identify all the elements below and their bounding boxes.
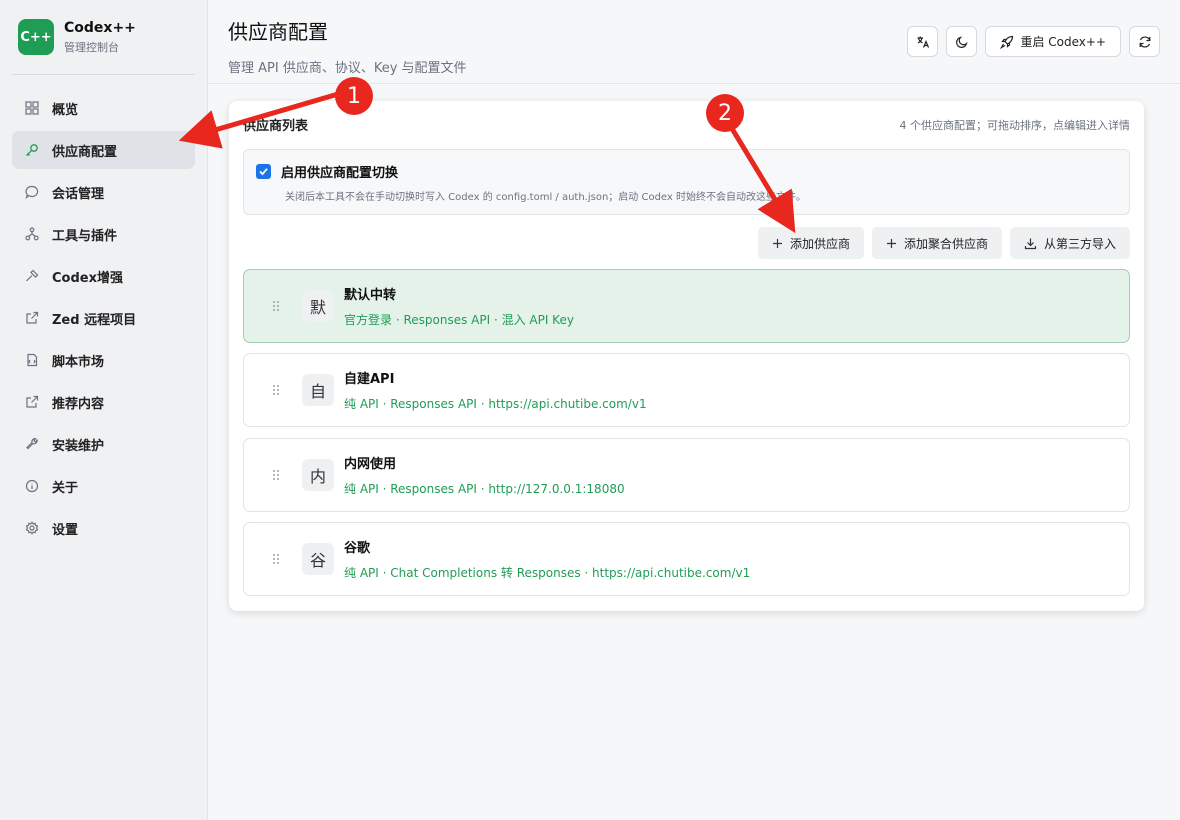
provider-row-default-relay[interactable]: 默 默认中转 官方登录 · Responses API · 混入 API Key xyxy=(243,269,1130,343)
sidebar-item-tools[interactable]: 工具与插件 xyxy=(12,215,195,253)
import-third-party-button[interactable]: 从第三方导入 xyxy=(1009,227,1130,259)
page-subtitle: 管理 API 供应商、协议、Key 与配置文件 xyxy=(228,61,467,76)
brand-logo: C++ xyxy=(18,19,54,55)
drag-handle-icon[interactable] xyxy=(272,553,282,565)
header-actions: 重启 Codex++ xyxy=(907,26,1160,57)
provider-name: 自建API xyxy=(344,372,395,387)
provider-actions: 添加供应商 添加聚合供应商 从第三方导入 xyxy=(757,227,1130,259)
key-icon xyxy=(24,142,40,158)
provider-description: 纯 API · Responses API · http://127.0.0.1… xyxy=(344,482,625,496)
sidebar-item-label: 安装维护 xyxy=(52,438,105,454)
add-provider-label: 添加供应商 xyxy=(789,236,850,251)
script-icon xyxy=(24,352,40,368)
grid-icon xyxy=(24,100,40,116)
import-third-party-label: 从第三方导入 xyxy=(1043,236,1116,251)
provider-switch-description: 关闭后本工具不会在手动切换时写入 Codex 的 config.toml / a… xyxy=(285,192,806,203)
chat-icon xyxy=(24,184,40,200)
restart-codex-button[interactable]: 重启 Codex++ xyxy=(985,26,1121,57)
provider-description: 纯 API · Chat Completions 转 Responses · h… xyxy=(344,566,751,580)
annotation-marker-2: 2 xyxy=(706,94,744,132)
add-provider-button[interactable]: 添加供应商 xyxy=(757,227,864,259)
translate-button[interactable] xyxy=(907,26,939,57)
brand-subtitle: 管理控制台 xyxy=(64,40,119,54)
external-link-icon xyxy=(24,394,40,410)
annotation-marker-1: 1 xyxy=(335,77,373,115)
sidebar-item-label: Codex增强 xyxy=(52,270,123,286)
external-link-icon xyxy=(24,310,40,326)
card-meta: 4 个供应商配置；可拖动排序，点编辑进入详情 xyxy=(899,118,1131,132)
translate-icon xyxy=(916,35,930,49)
provider-description: 纯 API · Responses API · https://api.chut… xyxy=(344,397,647,411)
provider-name: 谷歌 xyxy=(344,541,371,556)
sidebar-item-label: 关于 xyxy=(52,480,79,496)
sidebar-item-sessions[interactable]: 会话管理 xyxy=(12,173,195,211)
sidebar-item-scripts[interactable]: 脚本市场 xyxy=(12,341,195,379)
provider-row-intranet[interactable]: 内 内网使用 纯 API · Responses API · http://12… xyxy=(243,438,1130,512)
provider-list-card: 供应商列表 4 个供应商配置；可拖动排序，点编辑进入详情 启用供应商配置切换 关… xyxy=(229,101,1144,611)
hammer-icon xyxy=(24,268,40,284)
moon-icon xyxy=(955,35,969,49)
brand-title: Codex++ xyxy=(64,19,136,36)
sidebar-item-label: 脚本市场 xyxy=(52,354,105,370)
rocket-icon xyxy=(1000,35,1014,49)
sidebar-item-zed[interactable]: Zed 远程项目 xyxy=(12,299,195,337)
sidebar-item-label: 概览 xyxy=(52,102,79,118)
provider-switch-toggle-box: 启用供应商配置切换 关闭后本工具不会在手动切换时写入 Codex 的 confi… xyxy=(243,149,1130,215)
drag-handle-icon[interactable] xyxy=(272,384,282,396)
page-header: 供应商配置 管理 API 供应商、协议、Key 与配置文件 重启 Codex++ xyxy=(208,0,1180,84)
provider-name: 默认中转 xyxy=(344,288,397,303)
provider-row-google[interactable]: 谷 谷歌 纯 API · Chat Completions 转 Response… xyxy=(243,522,1130,596)
sidebar-item-label: 推荐内容 xyxy=(52,396,105,412)
sidebar-item-label: 供应商配置 xyxy=(52,144,118,160)
add-aggregate-provider-button[interactable]: 添加聚合供应商 xyxy=(871,227,1002,259)
provider-switch-label: 启用供应商配置切换 xyxy=(281,166,399,181)
provider-row-self-hosted-api[interactable]: 自 自建API 纯 API · Responses API · https://… xyxy=(243,353,1130,427)
sidebar-item-label: 设置 xyxy=(52,522,79,538)
sidebar-nav: 概览 供应商配置 会话管理 工具与插件 Codex增强 Zed 远程项目 脚本市… xyxy=(0,75,207,547)
plus-icon xyxy=(772,238,783,249)
refresh-icon xyxy=(1138,35,1152,49)
provider-switch-checkbox[interactable] xyxy=(256,164,271,179)
sidebar-item-settings[interactable]: 设置 xyxy=(12,509,195,547)
provider-avatar: 内 xyxy=(302,459,334,491)
restart-codex-label: 重启 Codex++ xyxy=(1020,35,1106,49)
drag-handle-icon[interactable] xyxy=(272,469,282,481)
refresh-button[interactable] xyxy=(1129,26,1160,57)
sidebar-item-codex-enhance[interactable]: Codex增强 xyxy=(12,257,195,295)
sidebar-item-label: Zed 远程项目 xyxy=(52,312,137,328)
gear-icon xyxy=(24,520,40,536)
sidebar-item-overview[interactable]: 概览 xyxy=(12,89,195,127)
info-icon xyxy=(24,478,40,494)
download-icon xyxy=(1024,237,1037,250)
sidebar: C++ Codex++ 管理控制台 概览 供应商配置 会话管理 工具与插件 Co… xyxy=(0,0,208,820)
provider-description: 官方登录 · Responses API · 混入 API Key xyxy=(344,313,574,327)
wrench-icon xyxy=(24,436,40,452)
sidebar-item-recommended[interactable]: 推荐内容 xyxy=(12,383,195,421)
sidebar-item-about[interactable]: 关于 xyxy=(12,467,195,505)
main-area: 供应商配置 管理 API 供应商、协议、Key 与配置文件 重启 Codex++… xyxy=(208,0,1180,820)
provider-avatar: 谷 xyxy=(302,543,334,575)
provider-avatar: 默 xyxy=(302,290,334,322)
brand: C++ Codex++ 管理控制台 xyxy=(0,0,207,74)
plugin-icon xyxy=(24,226,40,242)
sidebar-item-maintenance[interactable]: 安装维护 xyxy=(12,425,195,463)
plus-icon xyxy=(886,238,897,249)
sidebar-item-providers[interactable]: 供应商配置 xyxy=(12,131,195,169)
add-aggregate-provider-label: 添加聚合供应商 xyxy=(903,236,988,251)
card-title: 供应商列表 xyxy=(243,119,309,134)
theme-toggle-button[interactable] xyxy=(946,26,978,57)
provider-name: 内网使用 xyxy=(344,457,397,472)
provider-avatar: 自 xyxy=(302,374,334,406)
drag-handle-icon[interactable] xyxy=(272,300,282,312)
sidebar-item-label: 工具与插件 xyxy=(52,228,118,244)
sidebar-item-label: 会话管理 xyxy=(52,186,105,202)
